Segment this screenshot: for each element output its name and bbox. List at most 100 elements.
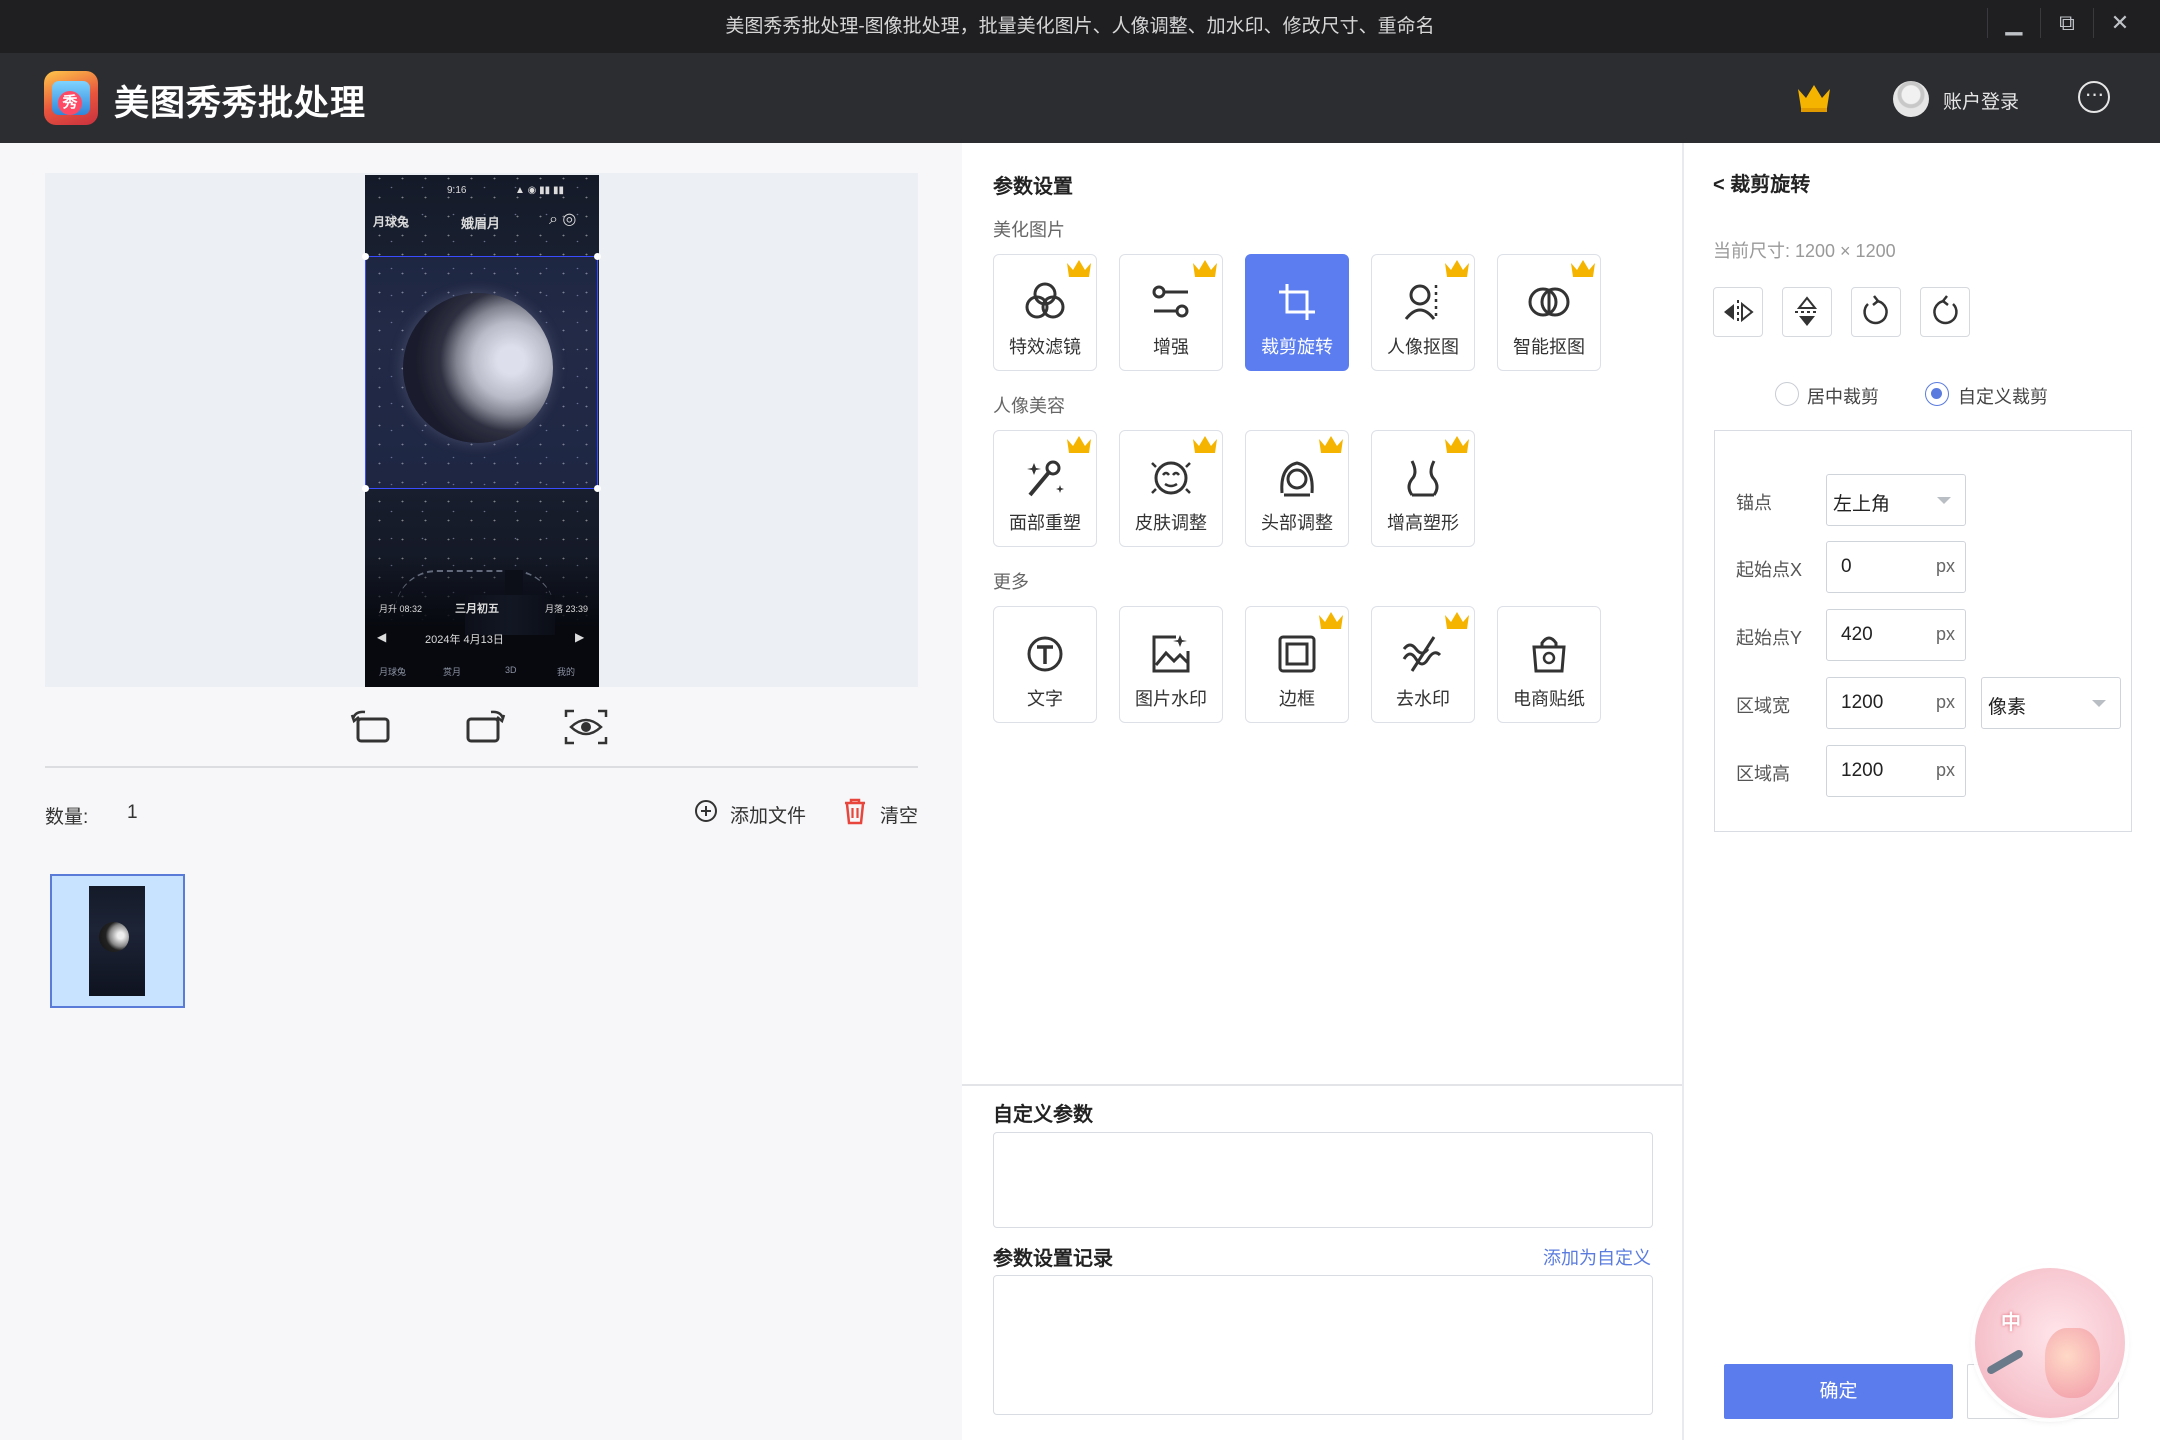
chevron-down-icon <box>1937 497 1951 504</box>
tool-ecommerce-sticker[interactable]: 电商贴纸 <box>1497 606 1601 723</box>
current-size: 当前尺寸: 1200 × 1200 <box>1713 241 1896 261</box>
avatar[interactable] <box>1893 81 1929 117</box>
rotate-cw-button[interactable] <box>1920 287 1970 337</box>
app-header: 秀 美图秀秀批处理 账户登录 ··· <box>0 53 2160 143</box>
minimize-icon[interactable]: ▁ <box>1987 8 2040 38</box>
tool-image-watermark[interactable]: 图片水印 <box>1119 606 1223 723</box>
unit-select[interactable]: 像素 <box>1981 677 2121 729</box>
close-icon[interactable]: ✕ <box>2093 8 2146 38</box>
crop-selection[interactable] <box>362 253 601 492</box>
window-title-bar: 美图秀秀批处理-图像批处理，批量美化图片、人像调整、加水印、修改尺寸、重命名 ▁… <box>0 0 2160 53</box>
vip-crown-icon <box>1067 436 1091 453</box>
login-link[interactable]: 账户登录 <box>1943 87 2019 114</box>
height-input[interactable]: 1200 px <box>1826 745 1966 797</box>
tool-label: 特效滤镜 <box>1009 337 1081 357</box>
slider-icon <box>1152 285 1189 318</box>
tool-head[interactable]: 头部调整 <box>1245 430 1349 547</box>
anchor-select[interactable]: 左上角 <box>1826 474 1966 526</box>
app-logo: 秀 <box>44 71 98 125</box>
y-label: 起始点Y <box>1736 628 1803 648</box>
confirm-button[interactable]: 确定 <box>1724 1364 1953 1419</box>
crop-handle[interactable] <box>594 485 601 492</box>
unit-label: px <box>1935 556 1955 576</box>
rotate-cw-icon <box>1933 295 1958 325</box>
custom-crop-radio[interactable] <box>1925 382 1949 406</box>
x-value: 0 <box>1841 556 1852 577</box>
file-count-value: 1 <box>127 802 138 823</box>
history-title: 参数设置记录 <box>993 1248 1113 1270</box>
tool-portrait-cutout[interactable]: 人像抠图 <box>1371 254 1475 371</box>
height-value: 1200 <box>1841 760 1884 781</box>
tool-label: 增强 <box>1153 337 1189 357</box>
preview-eye-icon[interactable] <box>562 707 610 747</box>
center-crop-radio[interactable] <box>1775 382 1799 406</box>
unit-label: px <box>1935 692 1955 712</box>
custom-params-list[interactable] <box>993 1132 1653 1228</box>
file-thumbnail[interactable] <box>50 874 185 1008</box>
back-button[interactable]: < 裁剪旋转 <box>1713 168 1810 197</box>
add-custom-link[interactable]: 添加为自定义 <box>1543 1244 1651 1270</box>
rotate-left-icon[interactable] <box>349 707 397 747</box>
face-skin-icon <box>1151 461 1191 495</box>
image-watermark-icon <box>1152 635 1190 673</box>
tool-filter[interactable]: 特效滤镜 <box>993 254 1097 371</box>
tool-label: 面部重塑 <box>1009 513 1081 533</box>
tool-skin[interactable]: 皮肤调整 <box>1119 430 1223 547</box>
tool-face-reshape[interactable]: 面部重塑 <box>993 430 1097 547</box>
shopping-bag-icon <box>1532 636 1566 673</box>
width-value: 1200 <box>1841 692 1884 713</box>
tool-label: 头部调整 <box>1261 513 1333 533</box>
tool-crop-rotate[interactable]: 裁剪旋转 <box>1245 254 1349 371</box>
rotate-ccw-button[interactable] <box>1851 287 1901 337</box>
tool-remove-watermark[interactable]: 去水印 <box>1371 606 1475 723</box>
custom-crop-label: 自定义裁剪 <box>1958 387 2048 407</box>
floating-mascot-badge[interactable]: 中 <box>1975 1268 2125 1418</box>
tool-label: 电商贴纸 <box>1513 689 1585 709</box>
vip-crown-icon <box>1445 612 1469 629</box>
history-list[interactable] <box>993 1275 1653 1415</box>
body-shape-icon <box>1407 460 1439 497</box>
filter-icon <box>1025 282 1065 319</box>
vip-crown-icon <box>1319 436 1343 453</box>
tool-body-shape[interactable]: 增高塑形 <box>1371 430 1475 547</box>
unit-label: px <box>1935 760 1955 780</box>
tool-label: 边框 <box>1279 689 1315 709</box>
crop-handle[interactable] <box>594 253 601 260</box>
custom-params-title: 自定义参数 <box>993 1104 1093 1126</box>
crop-handle[interactable] <box>362 485 369 492</box>
flip-vertical-button[interactable] <box>1782 287 1832 337</box>
flip-horizontal-button[interactable] <box>1713 287 1763 337</box>
crop-icon <box>1279 284 1315 320</box>
anchor-value: 左上角 <box>1833 494 1891 515</box>
more-icon[interactable]: ··· <box>2078 81 2110 113</box>
tool-label: 人像抠图 <box>1387 337 1459 357</box>
divider <box>962 1084 1682 1086</box>
unit-select-value: 像素 <box>1988 697 2027 718</box>
vip-crown-icon[interactable] <box>1795 81 1833 113</box>
tool-enhance[interactable]: 增强 <box>1119 254 1223 371</box>
restore-icon[interactable]: ⧉ <box>2040 8 2093 38</box>
tool-label: 智能抠图 <box>1513 337 1585 357</box>
rotate-right-icon[interactable] <box>459 707 507 747</box>
vip-crown-icon <box>1445 260 1469 277</box>
anchor-label: 锚点 <box>1736 493 1772 513</box>
app-name: 美图秀秀批处理 <box>114 84 367 123</box>
remove-watermark-icon <box>1402 636 1442 672</box>
tool-label: 增高塑形 <box>1387 513 1459 533</box>
tool-label: 皮肤调整 <box>1135 513 1207 533</box>
tool-label: 图片水印 <box>1135 689 1207 709</box>
x-label: 起始点X <box>1736 560 1803 580</box>
tool-smart-cutout[interactable]: 智能抠图 <box>1497 254 1601 371</box>
y-value: 420 <box>1841 624 1873 645</box>
width-input[interactable]: 1200 px <box>1826 677 1966 729</box>
clear-label: 清空 <box>880 806 919 827</box>
y-input[interactable]: 420 px <box>1826 609 1966 661</box>
crop-handle[interactable] <box>362 253 369 260</box>
flip-horizontal-icon <box>1724 300 1754 324</box>
smart-cutout-icon <box>1528 287 1570 317</box>
tool-label: 文字 <box>1027 689 1063 709</box>
x-input[interactable]: 0 px <box>1826 541 1966 593</box>
text-icon <box>1027 636 1063 672</box>
tool-text[interactable]: 文字 <box>993 606 1097 723</box>
tool-frame[interactable]: 边框 <box>1245 606 1349 723</box>
